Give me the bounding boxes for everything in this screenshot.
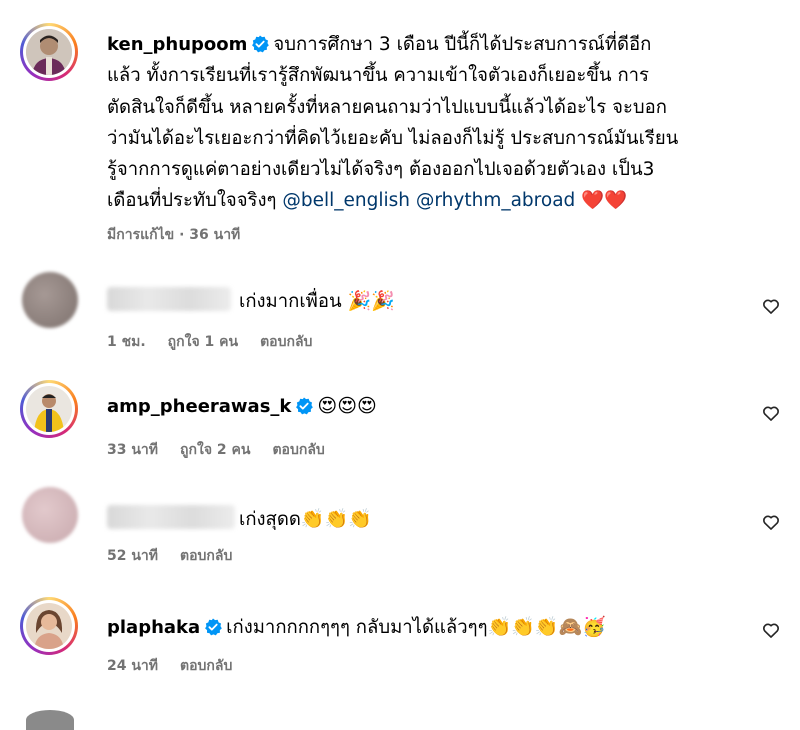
- comment-username[interactable]: amp_pheerawas_k: [107, 396, 291, 417]
- comment-time: 24 นาที: [107, 658, 159, 674]
- comment-row: amp_pheerawas_k 😍😍😍: [107, 395, 377, 417]
- verified-badge-icon: [252, 35, 270, 53]
- caption-line-1: จบการศึกษา 3 เดือน ปีนี้ก็ได้ประสบการณ์ท…: [273, 34, 652, 55]
- comment-emoji: 🎉🎉: [347, 290, 395, 312]
- comment-username-blurred[interactable]: [107, 287, 231, 311]
- post-author-avatar[interactable]: [20, 23, 78, 81]
- comment-avatar[interactable]: [20, 380, 78, 438]
- caption-line-6: เดือนที่ประทับใจจริงๆ: [107, 190, 283, 212]
- reply-button[interactable]: ตอบกลับ: [260, 334, 312, 350]
- comment-emoji: 👏👏👏: [300, 508, 372, 530]
- mention-rhythm-abroad[interactable]: @rhythm_abroad: [416, 190, 575, 211]
- reply-button[interactable]: ตอบกลับ: [272, 442, 324, 458]
- avatar-photo: [26, 603, 72, 649]
- reply-button[interactable]: ตอบกลับ: [180, 658, 232, 674]
- comment-text: เก่งมากกกกๆๆๆ กลับมาได้แล้วๆๆ: [226, 617, 488, 638]
- comment-time: 1 ชม.: [107, 334, 146, 350]
- caption-line-3: ตัดสินใจก็ดีขึ้น หลายครั้งที่หลายคนถามว่…: [107, 96, 667, 118]
- verified-badge-icon: [205, 618, 222, 636]
- comment-meta: 1 ชม. ถูกใจ 1 คน ตอบกลับ: [107, 331, 334, 353]
- comment-username-blurred[interactable]: [107, 505, 235, 529]
- comment-text: เก่งมากเพื่อน: [239, 291, 348, 312]
- post-caption: ken_phupoom จบการศึกษา 3 เดือน ปีนี้ก็ได้…: [107, 29, 762, 217]
- comment-emoji: 😍😍😍: [317, 395, 377, 417]
- comment-row: เก่งมากเพื่อน 🎉🎉: [107, 287, 395, 316]
- comment-row: เก่งสุดด👏👏👏: [107, 505, 372, 534]
- caption-line-5: รู้จากการดูแค่ตาอย่างเดียวไม่ได้จริงๆ ต้…: [107, 159, 655, 181]
- comment-meta: 52 นาที ตอบกลับ: [107, 545, 254, 567]
- like-comment-heart-icon[interactable]: [761, 296, 781, 316]
- comment-avatar[interactable]: [22, 487, 78, 543]
- comment-meta: 24 นาที ตอบกลับ: [107, 655, 254, 677]
- reply-button[interactable]: ตอบกลับ: [180, 548, 232, 564]
- comment-avatar[interactable]: [22, 272, 78, 328]
- post-author-username[interactable]: ken_phupoom: [107, 34, 247, 55]
- comment-time: 52 นาที: [107, 548, 159, 564]
- comment-likes[interactable]: ถูกใจ 1 คน: [168, 334, 238, 350]
- caption-line-2: แล้ว ทั้งการเรียนที่เรารู้สึกพัฒนาขึ้น ค…: [107, 65, 649, 87]
- like-comment-heart-icon[interactable]: [761, 512, 781, 532]
- like-comment-heart-icon[interactable]: [761, 403, 781, 423]
- comment-username[interactable]: plaphaka: [107, 617, 200, 638]
- verified-badge-icon: [296, 397, 314, 415]
- avatar-photo: [26, 29, 72, 75]
- comment-row: plaphaka เก่งมากกกกๆๆๆ กลับมาได้แล้วๆๆ👏👏👏…: [107, 613, 606, 642]
- mention-bell-english[interactable]: @bell_english: [282, 190, 410, 211]
- avatar-photo: [26, 386, 72, 432]
- caption-line-4: ว่ามันได้อะไรเยอะกว่าที่คิดไว้เยอะคับ ไม…: [107, 127, 679, 149]
- post-meta: มีการแก้ไข · 36 นาที: [107, 224, 262, 246]
- post-edited-time: มีการแก้ไข · 36 นาที: [107, 227, 241, 243]
- like-comment-heart-icon[interactable]: [761, 620, 781, 640]
- comment-avatar-partial[interactable]: [26, 710, 74, 730]
- comment-avatar[interactable]: [20, 597, 78, 655]
- comment-text: เก่งสุดด: [239, 509, 301, 530]
- comment-likes[interactable]: ถูกใจ 2 คน: [180, 442, 250, 458]
- comment-time: 33 นาที: [107, 442, 159, 458]
- comment-emoji: 👏👏👏🙈🥳: [487, 616, 606, 638]
- comment-meta: 33 นาที ถูกใจ 2 คน ตอบกลับ: [107, 439, 347, 461]
- heart-emoji: ❤️❤️: [581, 190, 628, 212]
